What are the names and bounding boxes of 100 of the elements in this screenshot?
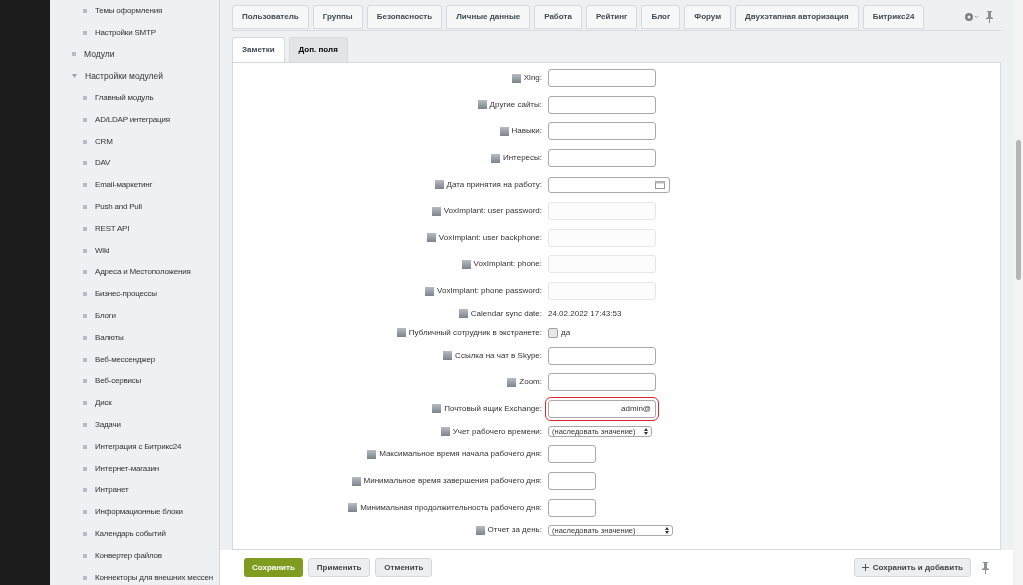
field-label: Почтовый ящик Exchange:	[444, 402, 542, 415]
bullet-icon	[83, 575, 87, 580]
tab[interactable]: Группы	[312, 5, 363, 29]
bullet-icon	[83, 314, 87, 319]
pin-icon[interactable]	[986, 11, 993, 23]
tab[interactable]: Форум	[684, 5, 732, 29]
field-icon	[396, 328, 406, 338]
updown-icon	[644, 428, 648, 436]
field-label: Дата принятия на работу:	[446, 178, 542, 191]
footer-button[interactable]: Отменить	[375, 558, 433, 577]
field-icon	[432, 404, 442, 414]
sidebar-item[interactable]: Веб-сервисы	[95, 375, 142, 388]
date-field[interactable]	[548, 176, 670, 193]
tab[interactable]: Заметки	[232, 37, 285, 62]
field-label: VoxImplant: user password:	[443, 205, 542, 218]
field-icon	[434, 180, 444, 190]
field-icon	[475, 525, 485, 535]
sidebar-item[interactable]: CRM	[95, 135, 113, 148]
field-icon	[499, 127, 509, 136]
sidebar-item[interactable]: Настройки SMTP	[95, 26, 156, 39]
text-field[interactable]	[548, 122, 656, 141]
sidebar-item[interactable]: Темы оформления	[95, 4, 163, 17]
sidebar-item[interactable]: Интеграция с Битрикс24	[95, 440, 182, 453]
tab[interactable]: Доп. поля	[288, 37, 348, 62]
field-label: Calendar sync date:	[470, 307, 542, 320]
sidebar-item[interactable]: Календарь событий	[95, 528, 166, 540]
sidebar-item[interactable]: Валюты	[95, 331, 124, 344]
tab[interactable]: Двухэтапная авторизация	[735, 5, 859, 29]
text-field[interactable]	[548, 445, 596, 464]
field-icon	[507, 377, 517, 387]
bullet-icon	[83, 292, 87, 297]
bullet-icon	[83, 357, 87, 362]
tab[interactable]: Работа	[534, 5, 582, 29]
sidebar-item[interactable]: AD/LDAP интеграция	[95, 113, 170, 126]
tab[interactable]: Пользователь	[232, 5, 309, 29]
sidebar-item[interactable]: Настройки модулей	[85, 69, 163, 83]
field-icon	[458, 309, 468, 319]
sidebar-item[interactable]: REST API	[95, 222, 130, 235]
text-field[interactable]	[548, 472, 596, 490]
caret-icon[interactable]	[72, 74, 77, 79]
tab[interactable]: Личные данные	[446, 5, 531, 29]
field-label: Xing:	[523, 72, 542, 85]
text-field[interactable]	[548, 149, 656, 168]
sidebar-item[interactable]: Главный модуль	[95, 92, 154, 105]
bullet-icon	[83, 30, 87, 35]
sidebar-item[interactable]: Модули	[84, 48, 115, 61]
pin-icon[interactable]	[982, 561, 989, 574]
sidebar-item[interactable]: Интернет-магазин	[95, 462, 159, 475]
save-and-add-button[interactable]: Сохранить и добавить	[853, 558, 971, 577]
sidebar-item[interactable]: Адреса и Местоположения	[95, 266, 191, 279]
field-icon	[443, 351, 453, 361]
text-field[interactable]	[548, 346, 656, 365]
field-label: VoxImplant: phone password:	[437, 285, 542, 298]
text-field[interactable]	[548, 373, 656, 392]
sidebar-item[interactable]: Email-маркетинг	[95, 179, 153, 192]
field-label: Учет рабочего времени:	[452, 425, 542, 438]
field-label: Интересы:	[502, 152, 542, 165]
calendar-icon[interactable]	[655, 180, 665, 190]
bullet-icon	[83, 270, 87, 275]
field-label: VoxImplant: phone:	[473, 258, 542, 271]
bullet-icon	[83, 96, 87, 101]
bullet-icon	[83, 444, 87, 449]
bullet-icon	[83, 553, 87, 558]
sidebar-item[interactable]: Коннекторы для внешних мессен	[95, 571, 213, 584]
sidebar-item[interactable]: Push and Pull	[95, 201, 142, 214]
sidebar-item[interactable]: Информационные блоки	[95, 506, 183, 519]
sidebar-item[interactable]: Диск	[95, 397, 112, 410]
field-icon	[348, 503, 358, 513]
field-icon	[351, 476, 361, 486]
sidebar-item[interactable]: Конвертер файлов	[95, 549, 162, 562]
sidebar-item[interactable]: Wiki	[95, 244, 110, 257]
footer-button[interactable]: Применить	[307, 558, 371, 577]
tab[interactable]: Блог	[641, 5, 681, 29]
sidebar-item[interactable]: Бизнес-процессы	[95, 288, 157, 301]
checkbox[interactable]	[548, 327, 558, 338]
field-label: Zoom:	[519, 376, 542, 389]
field-icon	[440, 427, 450, 437]
field-label: Другие сайты:	[489, 98, 542, 111]
settings-icon[interactable]	[964, 12, 978, 22]
field-icon	[367, 449, 377, 459]
sidebar-item[interactable]: DAV	[95, 157, 111, 170]
field-icon	[431, 206, 441, 216]
sidebar-item[interactable]: Блоги	[95, 310, 116, 323]
text-field[interactable]: admin@	[548, 399, 656, 418]
tab[interactable]: Безопасность	[366, 5, 443, 29]
text-field[interactable]	[548, 498, 596, 517]
sidebar-item[interactable]: Веб-мессенджер	[95, 353, 155, 366]
field-label: Отчет за день:	[487, 524, 542, 537]
tab[interactable]: Битрикс24	[862, 5, 925, 29]
text-field[interactable]	[548, 69, 656, 88]
sidebar-item[interactable]: Интранет	[95, 484, 129, 497]
field-icon	[425, 286, 435, 296]
field-label: Максимальное время начала рабочего дня:	[379, 448, 542, 461]
sidebar-item[interactable]: Задачи	[95, 419, 121, 432]
bullet-icon	[83, 510, 87, 515]
field-icon	[477, 100, 487, 110]
text-field[interactable]	[548, 95, 656, 114]
field-label: Публичный сотрудник в экстранете:	[408, 326, 542, 339]
tab[interactable]: Рейтинг	[585, 5, 638, 29]
bullet-icon	[83, 423, 87, 428]
